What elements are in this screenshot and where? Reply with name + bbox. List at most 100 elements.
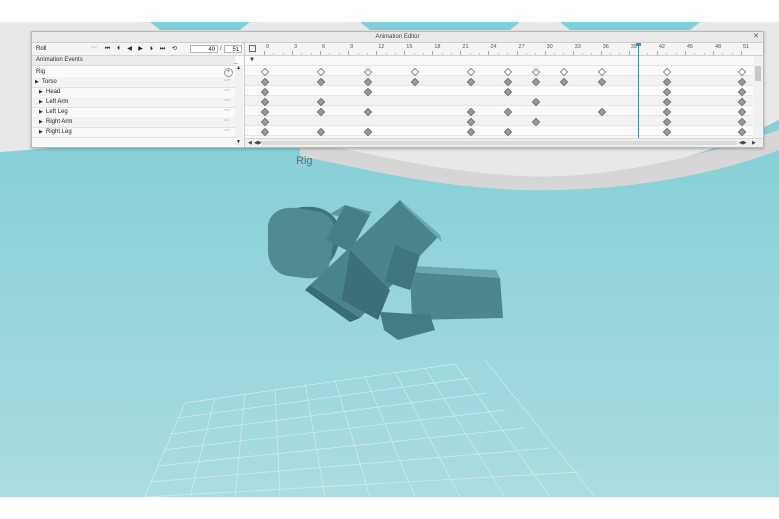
filter-icon[interactable]: ▼ bbox=[249, 56, 255, 65]
ruler-label: 6 bbox=[322, 44, 326, 50]
animation-menu-icon[interactable]: ⋯ bbox=[91, 43, 97, 54]
track-label: Rig bbox=[36, 69, 46, 75]
zoom-handle-left-icon[interactable]: ◀▶ bbox=[254, 139, 262, 147]
ruler-minor-tick bbox=[553, 53, 555, 55]
timeline-settings-icon[interactable] bbox=[249, 45, 256, 52]
timeline-ruler[interactable]: 0 3 6 9 12 15 18 21 24 27 30 33 36 39 42 45 48 51 bbox=[245, 43, 763, 56]
track-options-icon[interactable]: ⋯ bbox=[224, 77, 230, 86]
close-icon[interactable]: ✕ bbox=[753, 32, 759, 42]
ruler-label: 15 bbox=[406, 44, 413, 50]
track-label: Left Leg bbox=[46, 109, 68, 115]
ruler-minor-tick bbox=[301, 53, 303, 55]
ruler-tick bbox=[684, 51, 686, 55]
expand-arrow-icon[interactable]: ▶ bbox=[35, 77, 39, 87]
track-options-icon[interactable]: ⋯ bbox=[224, 107, 230, 116]
keyframe-lane bbox=[245, 86, 753, 96]
scroll-left-icon[interactable]: ◀ bbox=[248, 139, 252, 147]
rig-name-label: Rig bbox=[296, 155, 313, 167]
track-options-icon[interactable]: ⋯ bbox=[224, 117, 230, 126]
scroll-right-icon[interactable]: ▶ bbox=[752, 139, 756, 147]
track-label: Head bbox=[46, 89, 61, 95]
ruler-tick bbox=[460, 51, 462, 55]
editor-titlebar[interactable]: Animation Editor ✕ bbox=[32, 32, 763, 43]
timeline-vertical-scrollbar[interactable] bbox=[754, 56, 762, 138]
expand-arrow-icon[interactable]: ▶ bbox=[39, 117, 43, 127]
keyframe-grid[interactable]: ▼ bbox=[245, 56, 753, 138]
ruler-minor-tick bbox=[357, 53, 359, 55]
animation-name[interactable]: Roll bbox=[36, 43, 46, 55]
track-options-icon[interactable]: ⋯ bbox=[224, 87, 230, 96]
ruler-tick bbox=[348, 51, 350, 55]
ruler-minor-tick bbox=[441, 53, 443, 55]
ruler-minor-tick bbox=[647, 53, 649, 55]
ruler-minor-tick bbox=[310, 53, 312, 55]
ruler-tick bbox=[544, 51, 546, 55]
events-collapse-icon[interactable]: _ bbox=[234, 57, 237, 65]
track-label: Right Leg bbox=[46, 129, 72, 135]
ruler-label: 33 bbox=[574, 44, 581, 50]
expand-arrow-icon[interactable]: ▶ bbox=[39, 127, 43, 137]
ruler-minor-tick bbox=[591, 53, 593, 55]
ruler-minor-tick bbox=[731, 53, 733, 55]
horizontal-scroll-thumb[interactable] bbox=[262, 141, 736, 145]
step-forward-icon[interactable]: ⏵ bbox=[147, 45, 156, 53]
step-back-icon[interactable]: ⏴ bbox=[114, 45, 123, 53]
ruler-tick bbox=[572, 51, 574, 55]
ruler-minor-tick bbox=[469, 53, 471, 55]
ruler-minor-tick bbox=[582, 53, 583, 55]
scroll-down-icon[interactable]: ▼ bbox=[236, 139, 241, 145]
current-frame-input[interactable]: 40 bbox=[190, 45, 218, 53]
ruler-tick bbox=[712, 51, 714, 55]
ruler-tick bbox=[656, 51, 658, 55]
bottom-margin bbox=[0, 497, 779, 519]
loop-icon[interactable]: ⟲ bbox=[170, 45, 179, 53]
scrollbar-thumb[interactable] bbox=[755, 66, 761, 81]
ruler-minor-tick bbox=[273, 53, 275, 55]
play-icon[interactable]: ▶ bbox=[136, 45, 145, 53]
track-options-icon[interactable]: ⋯ bbox=[224, 97, 230, 106]
animation-events-label: Animation Events bbox=[36, 57, 83, 63]
ruler-minor-tick bbox=[366, 53, 368, 55]
timeline-panel: 0 3 6 9 12 15 18 21 24 27 30 33 36 39 42 45 48 51 ▼ ◀ ◀▶ … bbox=[245, 43, 763, 147]
track-row-right-leg[interactable]: ▶ Right Leg ⋯ bbox=[32, 127, 235, 138]
ruler-minor-tick bbox=[394, 53, 396, 55]
keyframe-lane bbox=[245, 116, 753, 126]
ruler-label: 30 bbox=[546, 44, 553, 50]
ruler-tick bbox=[432, 51, 434, 55]
sky-gap-1 bbox=[150, 22, 250, 30]
skip-to-start-icon[interactable]: ⏮ bbox=[103, 45, 112, 53]
ruler-label: 42 bbox=[658, 44, 665, 50]
scroll-up-icon[interactable]: ▲ bbox=[236, 65, 241, 71]
timeline-horizontal-scrollbar[interactable]: ◀ ◀▶ ◀▶ ▶ bbox=[245, 138, 763, 147]
track-list-panel: Roll ⋯ ⏮ ⏴ ◀ ▶ ⏵ ⏭ ⟲ 40 / 51 Animation E… bbox=[32, 43, 245, 147]
ruler-minor-tick bbox=[282, 53, 284, 55]
ruler-label: 45 bbox=[686, 44, 693, 50]
ruler-tick bbox=[404, 51, 406, 55]
expand-arrow-icon[interactable]: ▶ bbox=[39, 97, 43, 107]
expand-arrow-icon[interactable]: ▶ bbox=[39, 107, 43, 117]
animation-events-row[interactable]: Animation Events bbox=[32, 56, 235, 66]
ruler-tick bbox=[320, 51, 322, 55]
playhead-line[interactable] bbox=[638, 43, 640, 138]
ruler-label: 24 bbox=[490, 44, 497, 50]
ruler-minor-tick bbox=[666, 53, 668, 55]
ruler-minor-tick bbox=[694, 53, 696, 55]
zoom-handle-right-icon[interactable]: ◀▶ bbox=[739, 139, 747, 147]
expand-arrow-icon[interactable]: ▶ bbox=[39, 87, 43, 97]
ruler-minor-tick bbox=[497, 53, 499, 55]
add-track-icon[interactable]: + bbox=[224, 68, 233, 77]
end-frame-input[interactable]: 51 bbox=[224, 45, 242, 53]
ruler-minor-tick bbox=[535, 53, 537, 55]
ruler-minor-tick bbox=[525, 53, 527, 55]
ruler-tick bbox=[376, 51, 378, 55]
ruler-label: 12 bbox=[378, 44, 385, 50]
ruler-minor-tick bbox=[329, 53, 331, 55]
track-options-icon[interactable]: ⋯ bbox=[224, 127, 230, 136]
play-reverse-icon[interactable]: ◀ bbox=[125, 45, 134, 53]
track-list-scrollbar[interactable]: ▲ ▼ bbox=[235, 65, 243, 146]
events-lane: ▼ bbox=[245, 56, 753, 66]
skip-to-end-icon[interactable]: ⏭ bbox=[158, 45, 167, 53]
sky-gap-3 bbox=[560, 22, 700, 30]
ruler-label: 9 bbox=[350, 44, 354, 50]
sky-gap-2 bbox=[360, 22, 520, 30]
